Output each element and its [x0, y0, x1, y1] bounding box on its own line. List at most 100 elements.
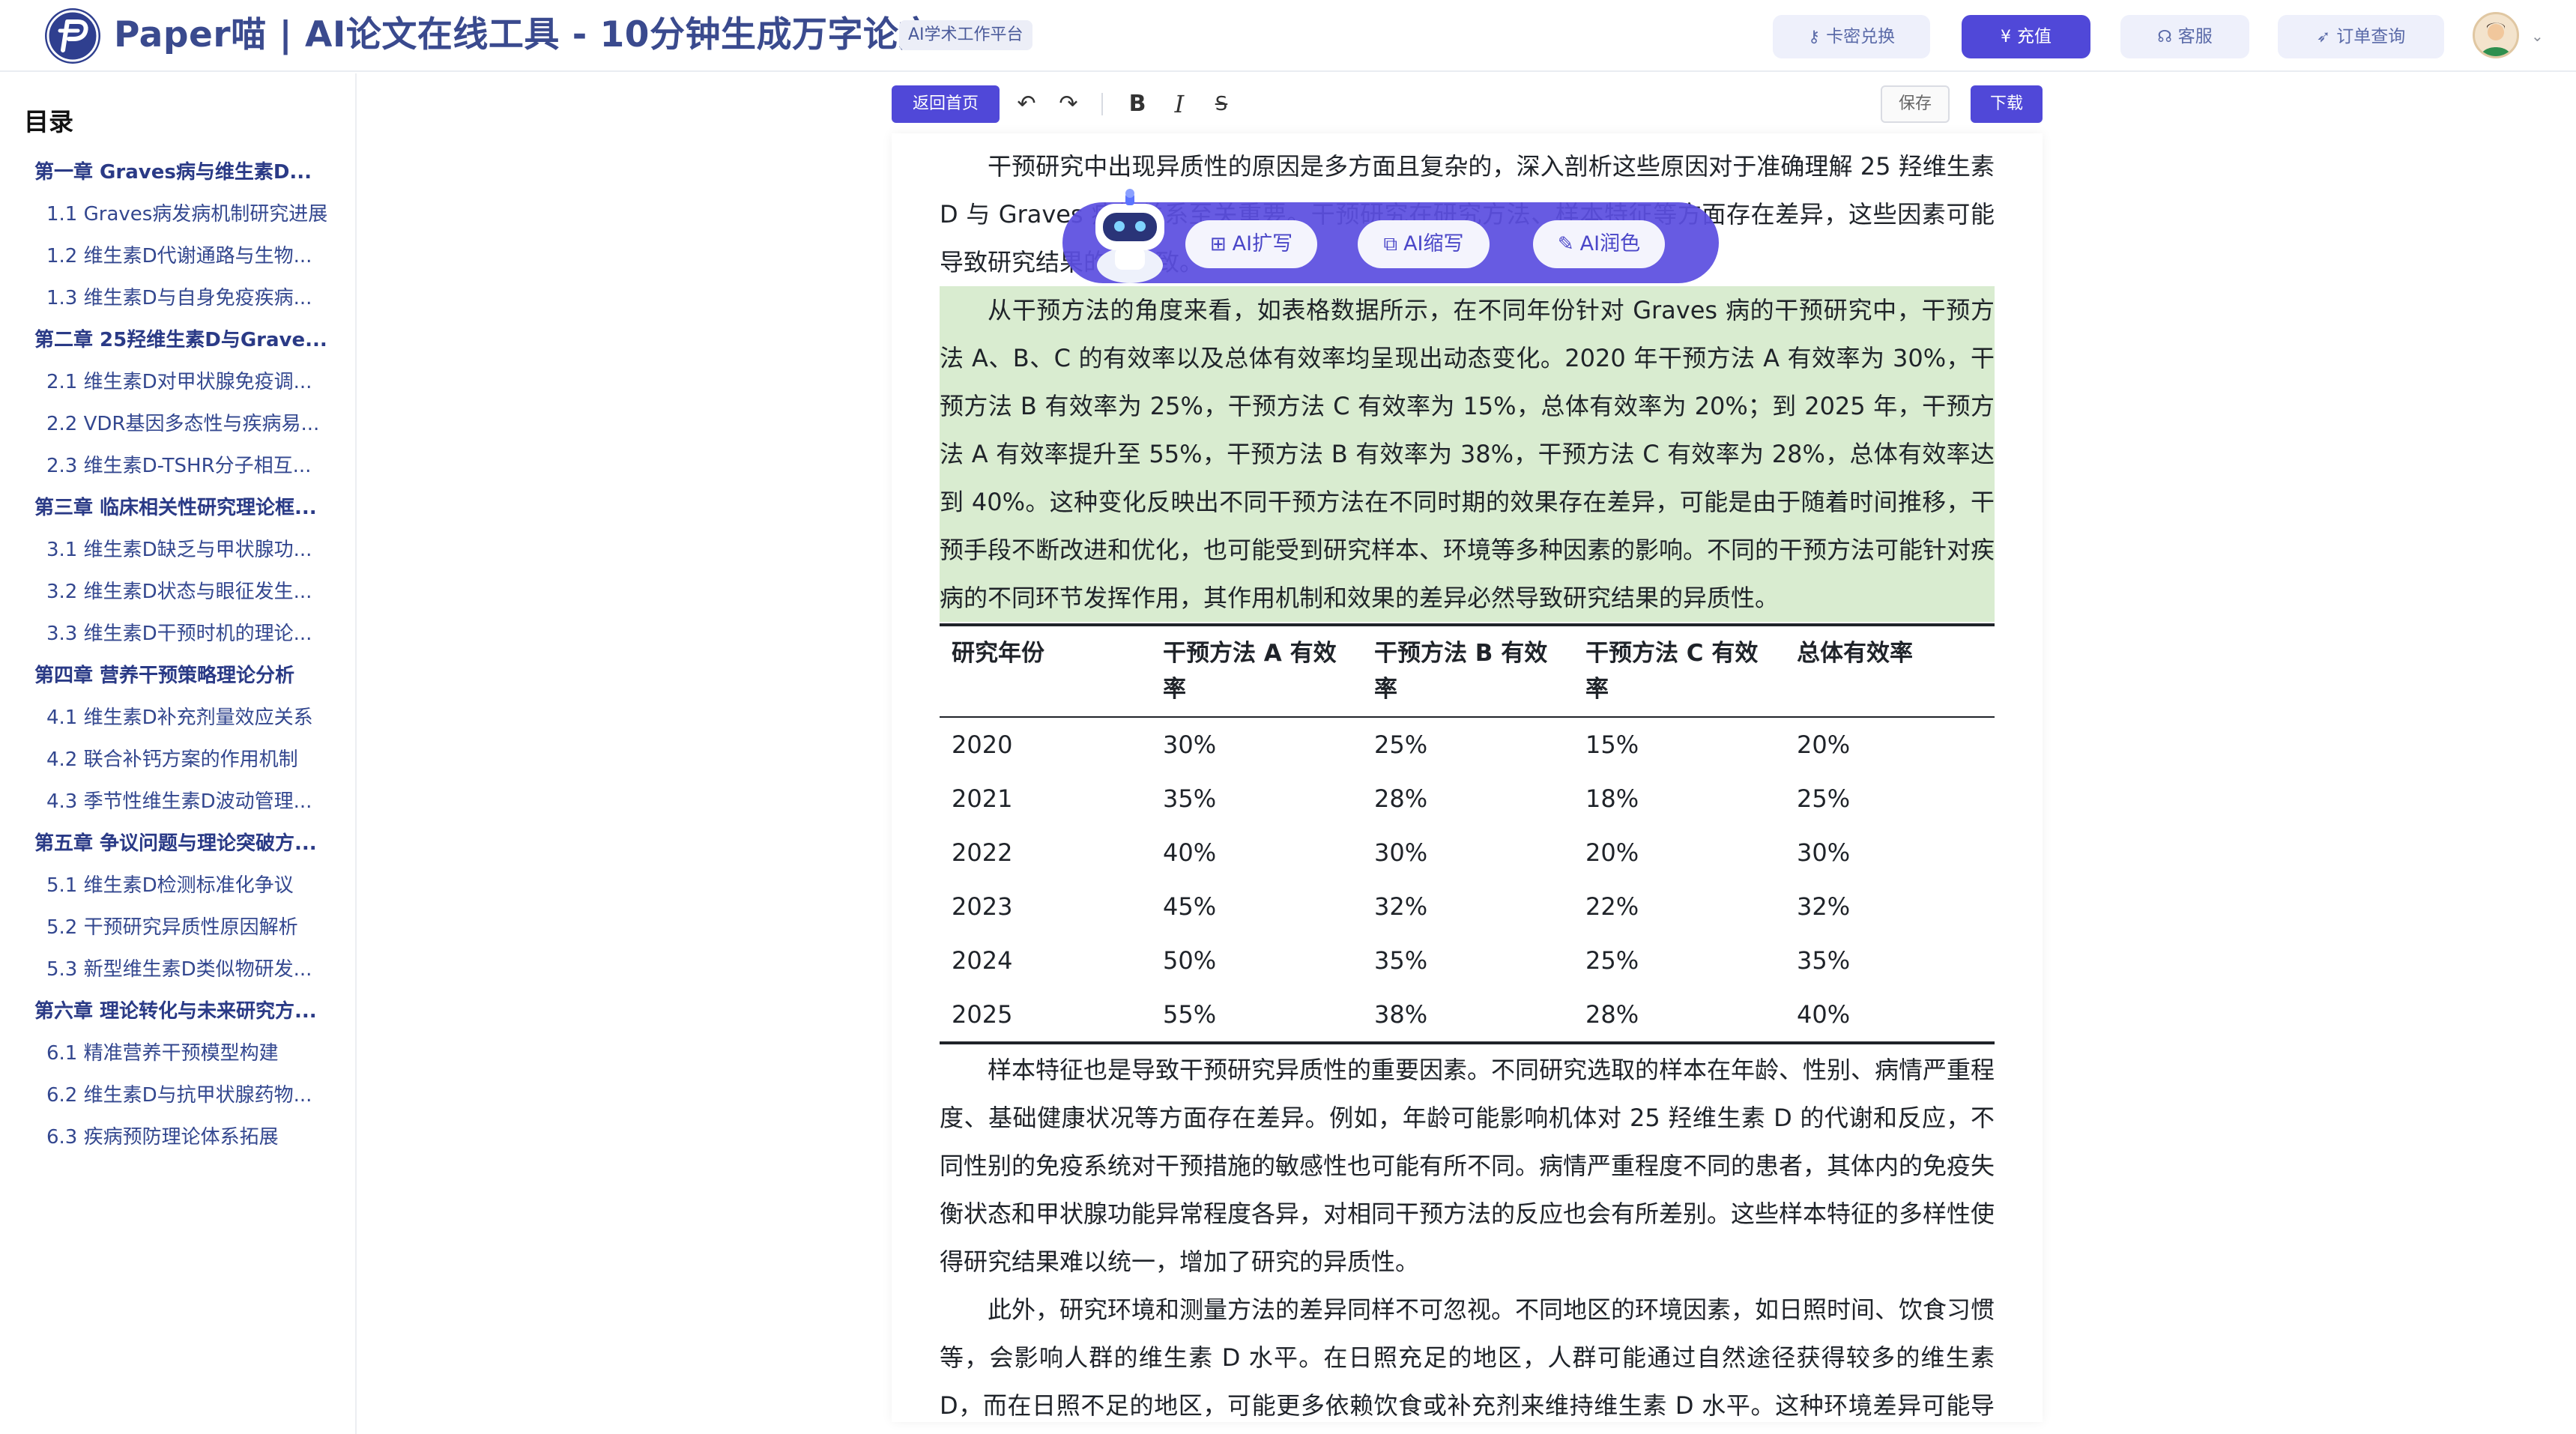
toolbar-divider	[1101, 93, 1103, 115]
table-header: 干预方法 A 有效率	[1151, 623, 1362, 718]
toc-item[interactable]: 5.1 维生素D检测标准化争议	[0, 865, 355, 907]
toc-item[interactable]: 第五章 争议问题与理论突破方...	[0, 823, 355, 865]
redo-icon[interactable]: ↷	[1052, 85, 1085, 123]
toc-item[interactable]: 第二章 25羟维生素D与Grave...	[0, 319, 355, 361]
table-header: 干预方法 C 有效率	[1573, 623, 1785, 718]
ai-shorten-label: AI缩写	[1403, 232, 1464, 255]
toc-item[interactable]: 5.3 新型维生素D类似物研发...	[0, 949, 355, 990]
ai-expand-label: AI扩写	[1232, 232, 1293, 255]
toc-item[interactable]: 6.2 维生素D与抗甲状腺药物...	[0, 1074, 355, 1116]
table-header: 总体有效率	[1785, 623, 1995, 718]
table-cell: 20%	[1585, 838, 1639, 867]
table-cell: 40%	[1163, 838, 1217, 867]
strikethrough-button[interactable]: S	[1205, 85, 1238, 123]
recharge-button[interactable]: ¥ 充值	[1962, 15, 2090, 58]
table-cell: 32%	[1374, 892, 1428, 921]
table-cell: 28%	[1573, 987, 1785, 1044]
toc-item[interactable]: 2.2 VDR基因多态性与疾病易...	[0, 403, 355, 445]
table-cell: 2023	[952, 892, 1013, 921]
user-avatar[interactable]	[2473, 12, 2519, 58]
table-cell: 32%	[1797, 892, 1851, 921]
toc-item[interactable]: 3.2 维生素D状态与眼征发生...	[0, 571, 355, 613]
table-row: 2020 30% 25% 15% 20%	[940, 717, 1995, 772]
redeem-button[interactable]: ⚷ 卡密兑换	[1773, 15, 1930, 58]
compress-icon: ⧉	[1383, 233, 1398, 255]
ai-polish-label: AI润色	[1579, 232, 1641, 255]
table-row: 2025 55% 38% 28% 40%	[940, 987, 1995, 1044]
paper-logo-icon[interactable]	[45, 8, 100, 64]
save-button[interactable]: 保存	[1881, 85, 1950, 123]
back-home-button[interactable]: 返回首页	[892, 85, 1000, 123]
table-cell: 20%	[1797, 730, 1851, 759]
data-table: 研究年份 干预方法 A 有效率 干预方法 B 有效率 干预方法 C 有效率 总体…	[940, 623, 1995, 1044]
toc-item[interactable]: 4.1 维生素D补充剂量效应关系	[0, 697, 355, 739]
table-cell: 38%	[1362, 987, 1573, 1044]
toc-item[interactable]: 6.3 疾病预防理论体系拓展	[0, 1116, 355, 1158]
robot-mascot-icon	[1082, 187, 1178, 285]
table-cell: 30%	[1163, 730, 1217, 759]
doc-plus-icon: ⊞	[1209, 233, 1227, 255]
table-header: 研究年份	[940, 623, 1151, 718]
table-cell: 28%	[1374, 784, 1428, 813]
ai-shorten-button[interactable]: ⧉ AI缩写	[1358, 220, 1490, 268]
table-cell: 15%	[1585, 730, 1639, 759]
table-cell: 2025	[940, 987, 1151, 1044]
table-row: 2022 40% 30% 20% 30%	[940, 826, 1995, 880]
table-cell: 35%	[1797, 946, 1851, 975]
paragraph[interactable]: 样本特征也是导致干预研究异质性的重要因素。不同研究选取的样本在年龄、性别、病情严…	[940, 1046, 1995, 1286]
table-cell: 25%	[1374, 730, 1428, 759]
table-cell: 2022	[952, 838, 1013, 867]
toc-item[interactable]: 第六章 理论转化与未来研究方...	[0, 990, 355, 1032]
italic-button[interactable]: I	[1163, 85, 1196, 123]
toc-item[interactable]: 3.3 维生素D干预时机的理论...	[0, 613, 355, 655]
recharge-label: 充值	[2017, 27, 2052, 46]
table-cell: 22%	[1585, 892, 1639, 921]
toc-item[interactable]: 第四章 营养干预策略理论分析	[0, 655, 355, 697]
toc-item[interactable]: 第三章 临床相关性研究理论框...	[0, 487, 355, 529]
table-header: 干预方法 B 有效率	[1362, 623, 1573, 718]
table-cell: 2020	[952, 730, 1013, 759]
toc-item[interactable]: 5.2 干预研究异质性原因解析	[0, 907, 355, 949]
order-query-button[interactable]: ➶ 订单查询	[2278, 15, 2444, 58]
table-row: 2023 45% 32% 22% 32%	[940, 880, 1995, 934]
toc-item[interactable]: 1.3 维生素D与自身免疫疾病...	[0, 277, 355, 319]
toc-item[interactable]: 2.1 维生素D对甲状腺免疫调...	[0, 361, 355, 403]
toc-list: 第一章 Graves病与维生素D... 1.1 Graves病发病机制研究进展 …	[0, 151, 355, 1158]
ai-polish-button[interactable]: ✎ AI润色	[1533, 220, 1665, 268]
selected-paragraph[interactable]: 从干预方法的角度来看，如表格数据所示，在不同年份针对 Graves 病的干预研究…	[940, 286, 1995, 622]
toc-sidebar: 目录 第一章 Graves病与维生素D... 1.1 Graves病发病机制研究…	[0, 73, 357, 1434]
toc-item[interactable]: 4.3 季节性维生素D波动管理...	[0, 781, 355, 823]
table-cell: 55%	[1151, 987, 1362, 1044]
table-cell: 2024	[952, 946, 1013, 975]
document-page[interactable]: 干预研究中出现异质性的原因是多方面且复杂的，深入剖析这些原因对于准确理解 25 …	[892, 133, 2043, 1422]
toc-item[interactable]: 6.1 精准营养干预模型构建	[0, 1032, 355, 1074]
service-button[interactable]: ☊ 客服	[2120, 15, 2249, 58]
toc-item[interactable]: 1.1 Graves病发病机制研究进展	[0, 193, 355, 235]
platform-badge: AI学术工作平台	[899, 20, 1032, 50]
toc-item[interactable]: 2.3 维生素D-TSHR分子相互...	[0, 445, 355, 487]
toc-item[interactable]: 第一章 Graves病与维生素D...	[0, 151, 355, 193]
rocket-icon: ➶	[2316, 28, 2331, 46]
table-cell: 30%	[1374, 838, 1428, 867]
undo-icon[interactable]: ↶	[1010, 85, 1043, 123]
table-cell: 40%	[1785, 987, 1995, 1044]
download-button[interactable]: 下载	[1971, 85, 2043, 123]
paragraph[interactable]: 此外，研究环境和测量方法的差异同样不可忽视。不同地区的环境因素，如日照时间、饮食…	[940, 1286, 1995, 1422]
toc-item[interactable]: 3.1 维生素D缺乏与甲状腺功...	[0, 529, 355, 571]
table-cell: 2021	[952, 784, 1013, 813]
table-header-row: 研究年份 干预方法 A 有效率 干预方法 B 有效率 干预方法 C 有效率 总体…	[940, 623, 1995, 718]
top-header: Paper喵 | AI论文在线工具 - 10分钟生成万字论文 AI学术工作平台 …	[0, 0, 2576, 72]
table-cell: 35%	[1374, 946, 1428, 975]
bold-button[interactable]: B	[1121, 85, 1154, 123]
headset-icon: ☊	[2157, 28, 2172, 46]
brush-icon: ✎	[1557, 233, 1574, 255]
app-title: Paper喵 | AI论文在线工具 - 10分钟生成万字论文	[114, 14, 934, 55]
toc-item[interactable]: 4.2 联合补钙方案的作用机制	[0, 739, 355, 781]
ai-expand-button[interactable]: ⊞ AI扩写	[1185, 220, 1317, 268]
table-cell: 25%	[1585, 946, 1639, 975]
chevron-down-icon[interactable]: ⌄	[2531, 27, 2544, 45]
toc-item[interactable]: 1.2 维生素D代谢通路与生物...	[0, 235, 355, 277]
key-icon: ⚷	[1807, 28, 1821, 46]
redeem-label: 卡密兑换	[1826, 27, 1896, 46]
table-cell: 25%	[1797, 784, 1851, 813]
